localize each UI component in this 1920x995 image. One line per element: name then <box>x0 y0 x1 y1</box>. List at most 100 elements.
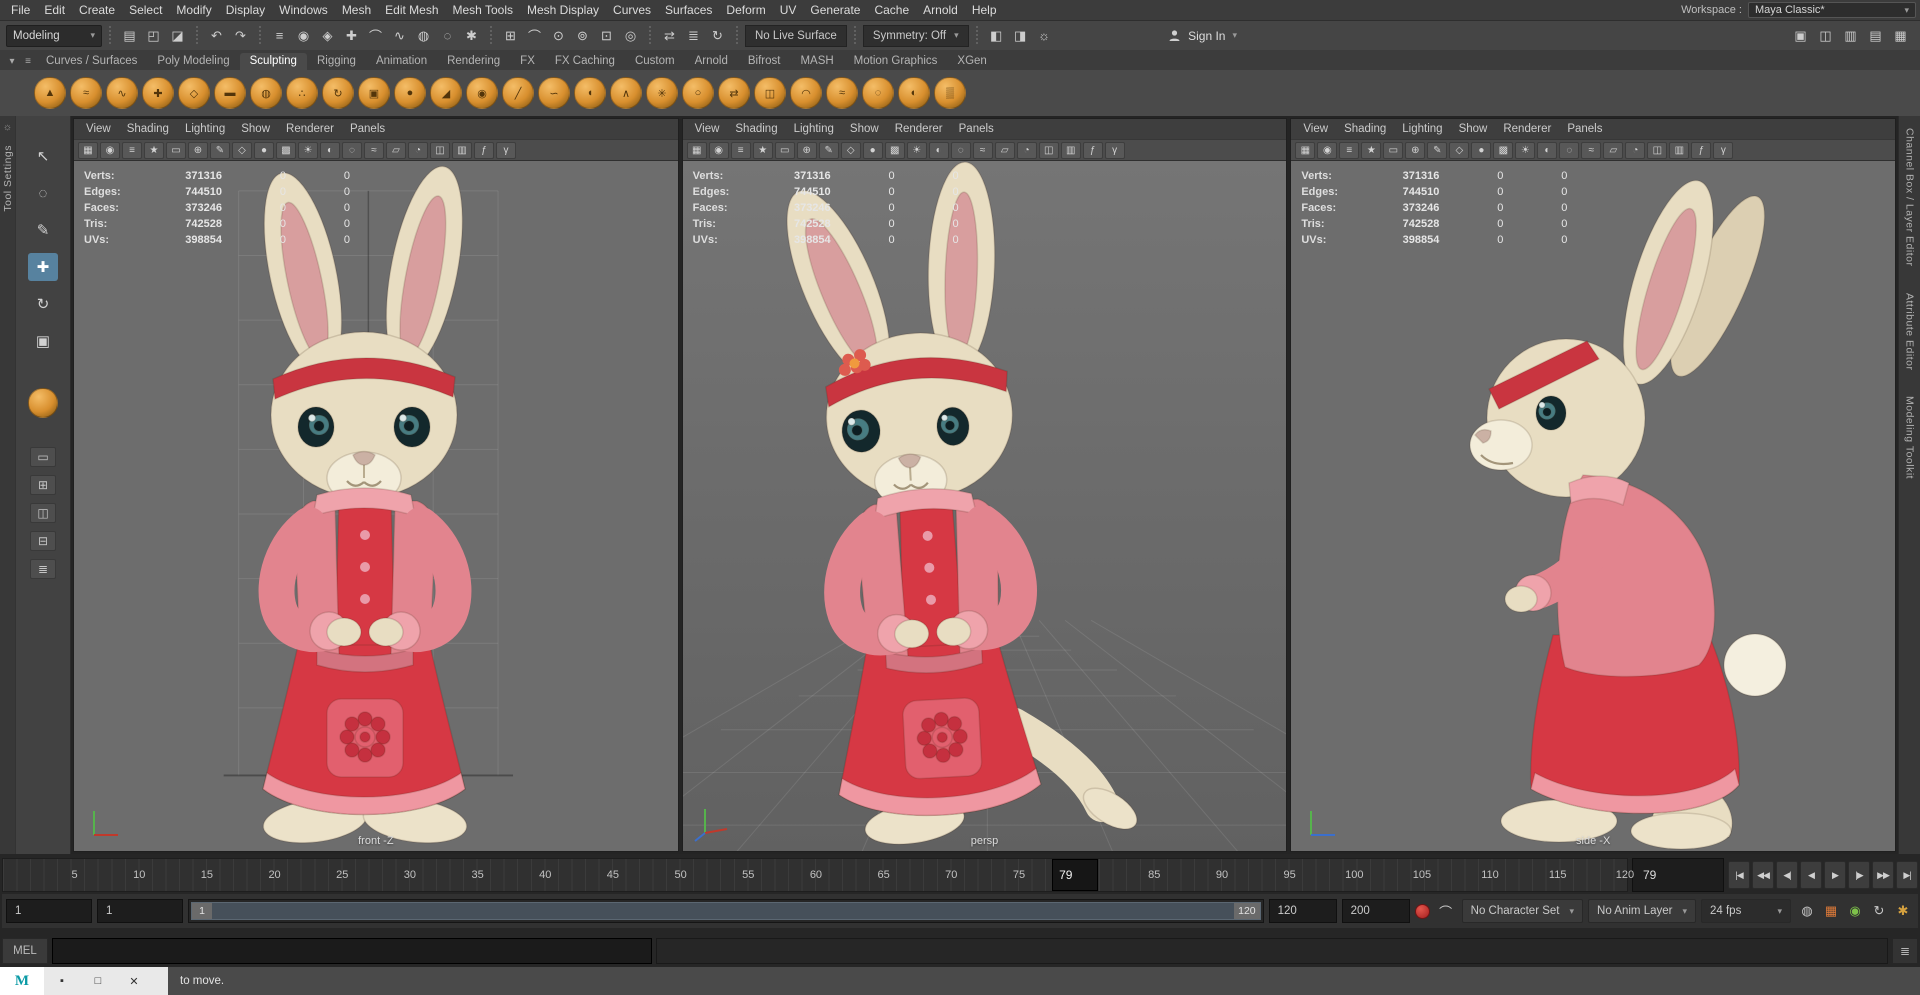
shelf-menu-icon[interactable]: ▾ <box>4 53 20 69</box>
image-plane-icon[interactable]: ▭ <box>166 142 186 159</box>
ambient-occlusion-icon[interactable]: ◌ <box>951 142 971 159</box>
falloff-tool-icon[interactable]: ◠ <box>790 77 822 109</box>
viewport-menu-item[interactable]: View <box>1295 123 1336 135</box>
output-connections-icon[interactable]: ≣ <box>682 24 705 47</box>
scrape-tool-icon[interactable]: ◢ <box>430 77 462 109</box>
textured-icon[interactable]: ▩ <box>276 142 296 159</box>
gamma-icon[interactable]: γ <box>1105 142 1125 159</box>
toggle-channel-box-icon[interactable]: ▦ <box>1889 24 1912 47</box>
viewport-menu-item[interactable]: Panels <box>1559 123 1610 135</box>
lights-icon[interactable]: ☀ <box>907 142 927 159</box>
menu-item[interactable]: Mesh Tools <box>446 3 520 17</box>
layout-persp-outliner-icon[interactable]: ◫ <box>30 503 56 523</box>
viewport-menu-item[interactable]: Show <box>233 123 278 135</box>
shaded-icon[interactable]: ● <box>254 142 274 159</box>
repeat-tool-icon[interactable]: ↻ <box>322 77 354 109</box>
xray-icon[interactable]: ▥ <box>1061 142 1081 159</box>
grease-pencil-icon[interactable]: ✎ <box>819 142 839 159</box>
knife-tool-icon[interactable]: ╱ <box>502 77 534 109</box>
menu-item[interactable]: Arnold <box>916 3 965 17</box>
isolate-select-icon[interactable]: ◫ <box>1039 142 1059 159</box>
xray-icon[interactable]: ▥ <box>452 142 472 159</box>
image-plane-icon[interactable]: ▭ <box>775 142 795 159</box>
menu-item[interactable]: Edit Mesh <box>378 3 445 17</box>
rabbit-model-side[interactable] <box>1441 183 1811 843</box>
menu-set-selector[interactable]: Modeling ▾ <box>6 25 102 47</box>
smooth-tool-icon[interactable]: ≈ <box>70 77 102 109</box>
motion-blur-icon[interactable]: ≈ <box>364 142 384 159</box>
menu-item[interactable]: Curves <box>606 3 658 17</box>
textured-icon[interactable]: ▩ <box>1493 142 1513 159</box>
shelf-tab[interactable]: Rigging <box>307 53 366 70</box>
select-object-icon[interactable]: ◉ <box>292 24 315 47</box>
shelf-tab[interactable]: Poly Modeling <box>147 53 239 70</box>
foamy-tool-icon[interactable]: ◍ <box>250 77 282 109</box>
select-tool-icon[interactable]: ↖ <box>28 142 58 170</box>
isolate-select-icon[interactable]: ◫ <box>1647 142 1667 159</box>
step-back-key-button[interactable]: ◀| <box>1776 861 1798 889</box>
menu-item[interactable]: Cache <box>867 3 916 17</box>
feedback-bubble-icon[interactable]: ◍ <box>1796 900 1818 922</box>
workspace-selector[interactable]: Maya Classic* ▾ <box>1748 2 1916 18</box>
sculpt-mask-tool-icon[interactable]: ▒ <box>934 77 966 109</box>
motion-blur-icon[interactable]: ≈ <box>973 142 993 159</box>
play-forwards-button[interactable]: ▶ <box>1824 861 1846 889</box>
convert-to-frozen-tool-icon[interactable]: ⇄ <box>718 77 750 109</box>
wireframe-icon[interactable]: ◇ <box>232 142 252 159</box>
menu-item[interactable]: UV <box>773 3 804 17</box>
playback-end-field[interactable]: 120 <box>1269 899 1337 923</box>
set-key-icon[interactable]: ⌒ <box>1435 900 1457 922</box>
image-plane-icon[interactable]: ▭ <box>1383 142 1403 159</box>
grease-pencil-icon[interactable]: ✎ <box>1427 142 1447 159</box>
snap-curve-icon[interactable]: ⌒ <box>523 24 546 47</box>
command-input[interactable] <box>52 938 652 964</box>
layout-single-pane-icon[interactable]: ▭ <box>30 447 56 467</box>
scale-tool-icon[interactable]: ▣ <box>28 327 58 355</box>
wax-tool-icon[interactable]: ● <box>394 77 426 109</box>
viewport-front-canvas[interactable]: Verts: 371316 0 0 Edges: 744510 0 0 Face… <box>74 161 678 851</box>
menu-item[interactable]: Generate <box>803 3 867 17</box>
paint-select-tool-icon[interactable]: ✎ <box>28 216 58 244</box>
exposure-icon[interactable]: ƒ <box>474 142 494 159</box>
range-start-handle[interactable]: 1 <box>192 903 212 919</box>
viewport-menu-item[interactable]: Renderer <box>1495 123 1559 135</box>
current-tool-sculpt-icon[interactable] <box>28 388 58 418</box>
wireframe-icon[interactable]: ◇ <box>1449 142 1469 159</box>
relax-tool-icon[interactable]: ∿ <box>106 77 138 109</box>
snap-projected-center-icon[interactable]: ⊚ <box>571 24 594 47</box>
pinch-tool-icon[interactable]: ◇ <box>178 77 210 109</box>
lock-camera-icon[interactable]: ◉ <box>1317 142 1337 159</box>
select-dynamics-icon[interactable]: ✱ <box>460 24 483 47</box>
viewport-menu-item[interactable]: Panels <box>342 123 393 135</box>
viewport-menu-item[interactable]: Lighting <box>786 123 842 135</box>
layout-persp-graph-icon[interactable]: ⊟ <box>30 531 56 551</box>
layout-four-pane-icon[interactable]: ⊞ <box>30 475 56 495</box>
viewport-menu-item[interactable]: Renderer <box>278 123 342 135</box>
shelf-tab[interactable]: Animation <box>366 53 437 70</box>
menu-item[interactable]: Display <box>219 3 272 17</box>
input-connections-icon[interactable]: ⇄ <box>658 24 681 47</box>
close-button[interactable]: ✕ <box>116 967 152 995</box>
gamma-icon[interactable]: γ <box>1713 142 1733 159</box>
playback-start-field[interactable]: 1 <box>97 899 183 923</box>
fps-selector[interactable]: 24 fps ▾ <box>1701 899 1791 923</box>
select-camera-icon[interactable]: ▦ <box>1295 142 1315 159</box>
menu-item[interactable]: Help <box>965 3 1004 17</box>
sign-in-button[interactable]: Sign In ▾ <box>1160 24 1245 48</box>
anti-aliasing-icon[interactable]: ▱ <box>1603 142 1623 159</box>
tab-channel-box[interactable]: Channel Box / Layer Editor <box>1904 128 1916 267</box>
shelf-tab[interactable]: Motion Graphics <box>844 53 948 70</box>
step-back-frame-button[interactable]: ◀◀ <box>1752 861 1774 889</box>
rotate-tool-icon[interactable]: ↻ <box>28 290 58 318</box>
camera-attributes-icon[interactable]: ≡ <box>731 142 751 159</box>
render-settings-icon[interactable]: ☼ <box>1033 24 1056 47</box>
toggle-character-controls-icon[interactable]: ◫ <box>1814 24 1837 47</box>
shelf-edit-icon[interactable]: ≡ <box>20 53 36 69</box>
viewport-menu-item[interactable]: Lighting <box>1394 123 1450 135</box>
audio-icon[interactable]: ◉ <box>1844 900 1866 922</box>
smooth-target-tool-icon[interactable]: ≈ <box>826 77 858 109</box>
open-scene-icon[interactable]: ◰ <box>142 24 165 47</box>
shadows-icon[interactable]: ◐ <box>1537 142 1557 159</box>
lock-camera-icon[interactable]: ◉ <box>100 142 120 159</box>
save-scene-icon[interactable]: ◪ <box>166 24 189 47</box>
